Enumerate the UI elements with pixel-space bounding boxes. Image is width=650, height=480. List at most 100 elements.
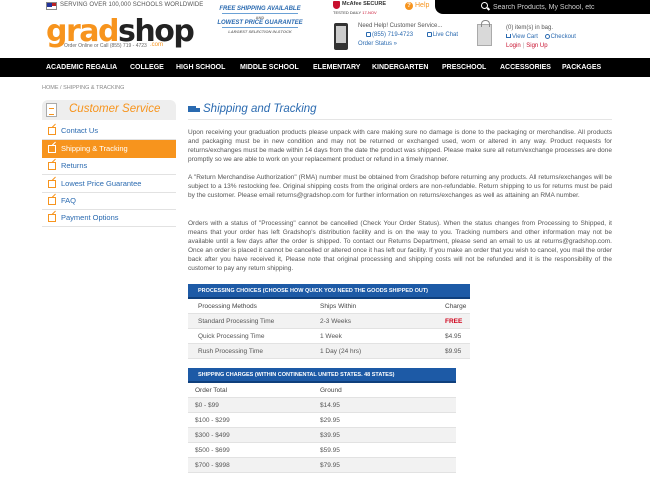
phone-link[interactable]: (855) 719-4723 — [366, 32, 413, 38]
search-input[interactable] — [493, 2, 648, 12]
table-cell: Rush Processing Time — [198, 348, 264, 355]
mcafee-tested-label: TESTED DAILY — [333, 10, 362, 15]
sidebar-item-faq[interactable]: FAQ — [42, 192, 176, 210]
view-cart-label: View Cart — [512, 34, 538, 40]
table-row: Standard Processing Time 2-3 Weeks FREE — [188, 314, 470, 329]
live-chat-link[interactable]: Live Chat — [426, 32, 458, 38]
nav-elementary[interactable]: ELEMENTARY — [313, 58, 360, 77]
sidebar-item-label: Contact Us — [61, 126, 99, 135]
sidebar-item-shipping-tracking[interactable]: Shipping & Tracking — [42, 140, 176, 158]
nav-academic-regalia[interactable]: ACADEMIC REGALIA — [46, 58, 117, 77]
table-cell: $59.95 — [320, 447, 340, 454]
promo-divider — [222, 27, 298, 28]
external-link-icon — [48, 127, 56, 135]
service-contact-row: (855) 719-4723 Live Chat — [358, 32, 458, 41]
mcafee-date: 17-NOV — [362, 10, 377, 15]
table-row: Rush Processing Time 1 Day (24 hrs) $9.9… — [188, 344, 470, 359]
view-cart-link[interactable]: View Cart — [506, 34, 538, 40]
help-link[interactable]: ? Help — [405, 2, 429, 10]
table-cell: Standard Processing Time — [198, 318, 275, 325]
table-cell: $100 - $299 — [195, 417, 230, 424]
page-title-text: Shipping and Tracking — [203, 103, 317, 115]
column-header: Order Total — [195, 387, 228, 394]
promo-lowest-price: LOWEST PRICE GUARANTEE — [217, 20, 303, 26]
login-link[interactable]: Login — [506, 43, 521, 49]
table-row: $0 - $99 $14.95 — [188, 398, 456, 413]
intro-paragraph: Upon receiving your graduation products … — [188, 129, 612, 163]
external-link-icon — [48, 162, 56, 170]
cancellation-paragraph: Orders with a status of "Processing" can… — [188, 220, 612, 272]
nav-accessories[interactable]: ACCESSORIES — [500, 58, 551, 77]
table-cell: $500 - $699 — [195, 447, 230, 454]
nav-middle-school[interactable]: MIDDLE SCHOOL — [240, 58, 299, 77]
question-icon: ? — [405, 2, 413, 10]
sidebar-item-returns[interactable]: Returns — [42, 157, 176, 175]
sidebar-item-contact-us[interactable]: Contact Us — [42, 122, 176, 140]
table-cell: 1 Week — [320, 333, 342, 340]
promo-banner[interactable]: FREE SHIPPING AVAILABLE AND LOWEST PRICE… — [216, 6, 304, 48]
table-cell: $4.95 — [445, 333, 462, 340]
gradshop-logo[interactable]: gradshop .com Order Online or Call (855)… — [46, 17, 195, 53]
rma-paragraph: A "Return Merchandise Authorization" (RM… — [188, 174, 612, 199]
logo-dotcom: .com — [150, 42, 164, 48]
table-row: $300 - $499 $39.95 — [188, 428, 456, 443]
mcafee-badge[interactable]: McAfee SECURE TESTED DAILY 17-NOV — [333, 0, 389, 18]
promo-largest-selection: LARGEST SELECTION IN-STOCK — [228, 29, 292, 34]
column-header: Ships Within — [320, 303, 357, 310]
phone-icon — [366, 32, 371, 37]
table-row: $100 - $299 $29.95 — [188, 413, 456, 428]
sidebar-item-payment-options[interactable]: Payment Options — [42, 209, 176, 227]
external-link-icon — [48, 145, 56, 153]
sidebar-item-label: Shipping & Tracking — [61, 144, 128, 153]
breadcrumb[interactable]: HOME / SHIPPING & TRACKING — [42, 85, 124, 91]
signup-link[interactable]: Sign Up — [526, 43, 547, 49]
sidebar-item-label: Lowest Price Guarantee — [61, 179, 142, 188]
mobile-phone-icon — [334, 23, 348, 50]
shipping-table: SHIPPING CHARGES (WITHIN CONTINENTAL UNI… — [188, 368, 456, 473]
cart-block: (0) item(s) in bag. View Cart Checkout L… — [506, 25, 576, 52]
sidebar-item-lowest-price-guarantee[interactable]: Lowest Price Guarantee — [42, 175, 176, 193]
table-row: Quick Processing Time 1 Week $4.95 — [188, 329, 470, 344]
us-flag-icon — [46, 2, 57, 10]
table-header-row: Order Total Ground — [188, 383, 456, 398]
free-label: FREE — [445, 318, 463, 325]
account-separator: | — [522, 43, 525, 49]
external-link-icon — [48, 197, 56, 205]
table-header-row: Processing Methods Ships Within Charge — [188, 299, 470, 314]
promo-free-shipping: FREE SHIPPING AVAILABLE — [219, 6, 301, 12]
mcafee-shield-icon — [333, 1, 340, 9]
search-bar — [435, 0, 650, 14]
shopping-bag-icon[interactable] — [477, 20, 492, 46]
sidebar-item-label: FAQ — [61, 196, 77, 205]
logo-tagline: Order Online or Call (855) 719 - 4723 — [64, 43, 147, 49]
promo-divider — [222, 13, 298, 14]
mcafee-name: McAfee SECURE — [342, 1, 387, 7]
help-label: Help — [415, 2, 430, 9]
table-cell: $9.95 — [445, 348, 462, 355]
cart-icon — [506, 34, 511, 38]
checkout-link[interactable]: Checkout — [544, 34, 576, 40]
nav-packages[interactable]: PACKAGES — [562, 58, 601, 77]
customer-service-block: Need Help! Customer Service... (855) 719… — [358, 23, 458, 50]
nav-high-school[interactable]: HIGH SCHOOL — [176, 58, 225, 77]
document-icon — [46, 103, 57, 117]
nav-kindergarten[interactable]: KINDERGARTEN — [372, 58, 428, 77]
table-cell: $300 - $499 — [195, 432, 230, 439]
table-cell: Quick Processing Time — [198, 333, 265, 340]
table-cell: $39.95 — [320, 432, 340, 439]
nav-preschool[interactable]: PRESCHOOL — [442, 58, 486, 77]
table-cell: 2-3 Weeks — [320, 318, 351, 325]
external-link-icon — [48, 214, 56, 222]
column-header: Ground — [320, 387, 342, 394]
phone-number: (855) 719-4723 — [372, 32, 414, 38]
table-cell: $0 - $99 — [195, 402, 219, 409]
search-icon[interactable] — [481, 2, 488, 9]
sidebar-item-label: Payment Options — [61, 213, 119, 222]
cart-actions-row: View Cart Checkout — [506, 34, 576, 43]
order-status-link[interactable]: Order Status » — [358, 41, 458, 50]
table-cell: $29.95 — [320, 417, 340, 424]
sidebar-title: Customer Service — [69, 103, 161, 115]
account-row: Login | Sign Up — [506, 43, 576, 52]
main-nav: ACADEMIC REGALIA COLLEGE HIGH SCHOOL MID… — [0, 58, 650, 77]
nav-college[interactable]: COLLEGE — [130, 58, 164, 77]
